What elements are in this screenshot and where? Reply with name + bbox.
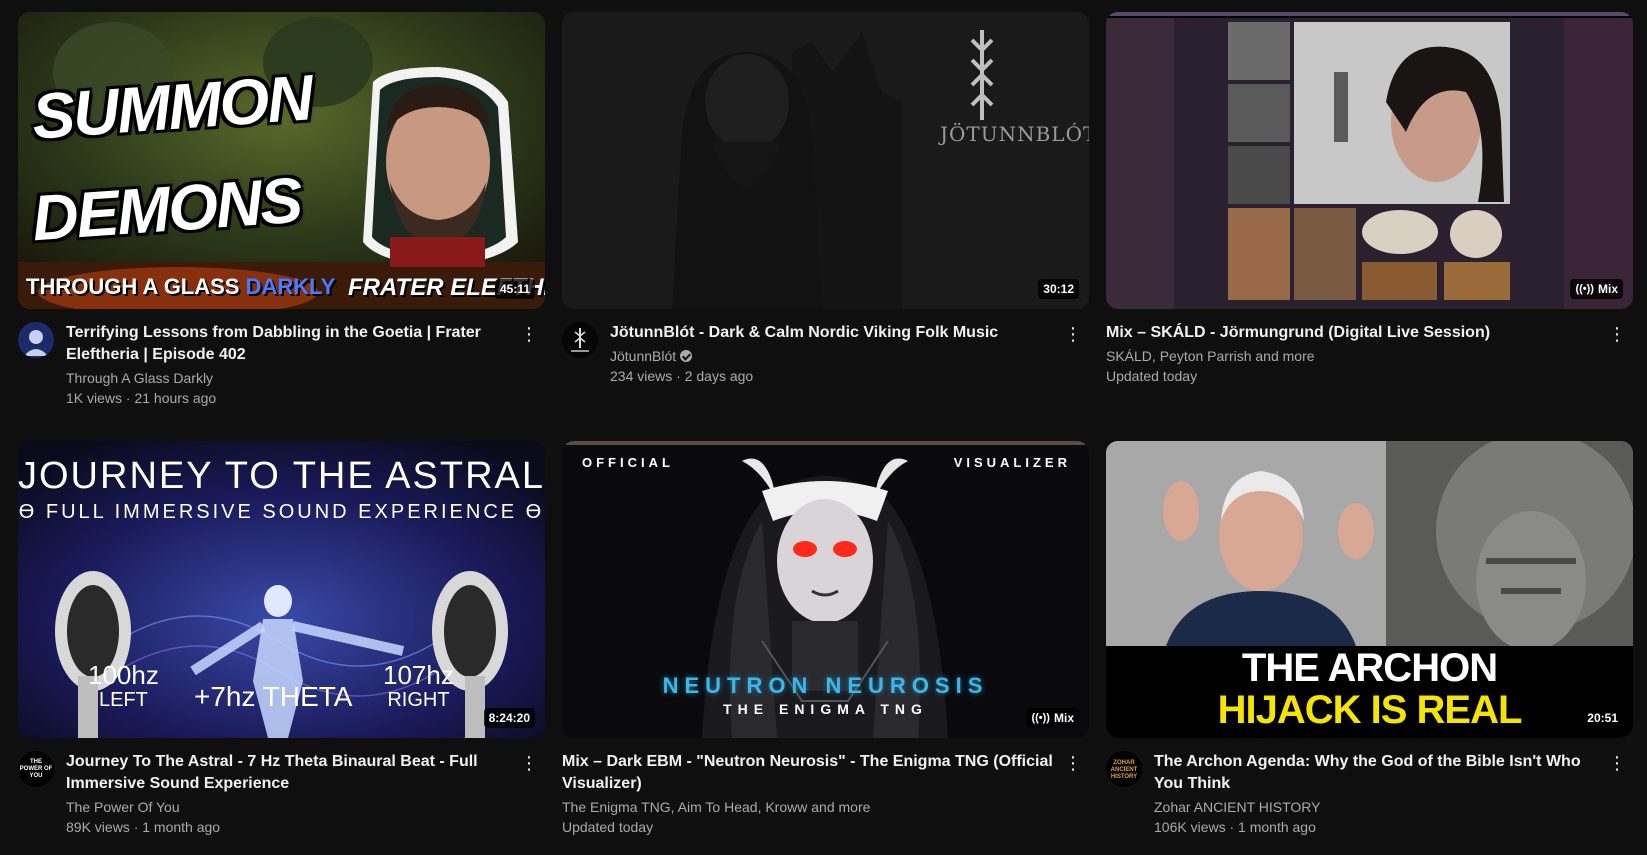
video-stats: 106K views · 1 month ago — [1154, 819, 1316, 835]
thumb-visualizer-label: VISUALIZER — [953, 455, 1071, 470]
video-text: JötunnBlót - Dark & Calm Nordic Viking F… — [610, 322, 1091, 386]
channel-name[interactable]: The Power Of You — [66, 797, 513, 817]
video-stats: Updated today — [1106, 368, 1198, 384]
video-card[interactable]: SUMMON DEMONS THROUGH A GLASS DARKLY FRA… — [18, 12, 547, 426]
video-thumbnail[interactable]: THE ARCHON HIJACK IS REAL 20:51 — [1106, 441, 1633, 738]
channel-avatar[interactable]: THE POWER OF YOU — [18, 751, 54, 787]
duration-badge: 30:12 — [1038, 279, 1079, 299]
channel-logo-text: JÖTUNNBLÓT — [940, 122, 1089, 146]
channel-name[interactable]: SKÁLD, Peyton Parrish and more — [1106, 346, 1601, 366]
thumb-song-title: NEUTRON NEUROSIS — [662, 673, 989, 698]
video-thumbnail[interactable]: JOURNEY TO THE ASTRAL ϴ FULL IMMERSIVE S… — [18, 441, 545, 738]
thumb-title-1: THE ARCHON — [1241, 646, 1498, 690]
video-details: THE POWER OF YOU Journey To The Astral -… — [18, 751, 547, 837]
video-card[interactable]: OFFICIAL VISUALIZER NEUTRON NEUROSIS THE… — [562, 441, 1091, 855]
more-options-icon[interactable]: ⋮ — [1605, 751, 1629, 775]
video-details: Mix – Dark EBM - "Neutron Neurosis" - Th… — [562, 751, 1091, 837]
video-stats: 234 views · 2 days ago — [610, 368, 754, 384]
video-card[interactable]: THE ARCHON HIJACK IS REAL 20:51 ZOHAR AN… — [1106, 441, 1635, 855]
video-details: Terrifying Lessons from Dabbling in the … — [18, 322, 547, 408]
more-options-icon[interactable]: ⋮ — [1605, 322, 1629, 346]
broadcast-icon: ((•)) — [1575, 283, 1594, 295]
avatar-text: ZOHAR ANCIENT HISTORY — [1110, 760, 1138, 780]
channel-name-row[interactable]: JötunnBlót — [610, 346, 1057, 366]
more-options-icon[interactable]: ⋮ — [517, 751, 541, 775]
channel-avatar[interactable]: ZOHAR ANCIENT HISTORY — [1106, 751, 1142, 787]
channel-name[interactable]: The Enigma TNG, Aim To Head, Kroww and m… — [562, 797, 1057, 817]
video-thumbnail[interactable]: OFFICIAL VISUALIZER NEUTRON NEUROSIS THE… — [562, 441, 1089, 738]
video-title[interactable]: The Archon Agenda: Why the God of the Bi… — [1154, 751, 1601, 795]
video-title[interactable]: Terrifying Lessons from Dabbling in the … — [66, 322, 513, 366]
video-stats: Updated today — [562, 819, 654, 835]
thumbnail-image — [562, 12, 1089, 309]
thumbnail-image — [18, 12, 545, 309]
duration-badge: 20:51 — [1582, 708, 1623, 728]
video-title[interactable]: Journey To The Astral - 7 Hz Theta Binau… — [66, 751, 513, 795]
video-details: Mix – SKÁLD - Jörmungrund (Digital Live … — [1106, 322, 1635, 386]
avatar-text: THE POWER OF YOU — [19, 759, 53, 779]
thumb-heading: JOURNEY TO THE ASTRAL — [18, 455, 545, 497]
video-details: ZOHAR ANCIENT HISTORY The Archon Agenda:… — [1106, 751, 1635, 837]
duration-badge: 45:11 — [494, 279, 535, 299]
thumb-center-freq: +7hz THETA — [194, 681, 353, 712]
video-title[interactable]: Mix – SKÁLD - Jörmungrund (Digital Live … — [1106, 322, 1601, 344]
avatar-image — [562, 322, 598, 358]
video-text: Mix – SKÁLD - Jörmungrund (Digital Live … — [1106, 322, 1635, 386]
thumb-left-freq: 100hz LEFT — [88, 660, 159, 711]
thumb-banner-left: THROUGH A GLASS DARKLY — [26, 274, 336, 299]
avatar-image — [18, 322, 54, 358]
video-details: JötunnBlót - Dark & Calm Nordic Viking F… — [562, 322, 1091, 386]
channel-name[interactable]: JötunnBlót — [610, 348, 676, 364]
more-options-icon[interactable]: ⋮ — [1061, 751, 1085, 775]
channel-avatar[interactable] — [18, 322, 54, 358]
channel-logo-icon — [962, 30, 1002, 120]
mix-badge: ((•)) Mix — [1026, 708, 1079, 728]
duration-badge: 8:24:20 — [483, 708, 535, 728]
video-thumbnail[interactable]: ((•)) Mix — [1106, 12, 1633, 309]
thumb-title-2: HIJACK IS REAL — [1217, 688, 1523, 732]
video-title[interactable]: Mix – Dark EBM - "Neutron Neurosis" - Th… — [562, 751, 1057, 795]
channel-avatar[interactable] — [562, 322, 598, 358]
thumb-subheading: ϴ FULL IMMERSIVE SOUND EXPERIENCE ϴ — [18, 501, 545, 523]
broadcast-icon: ((•)) — [1031, 712, 1050, 724]
thumb-artist: THE ENIGMA TNG — [723, 701, 928, 717]
video-text: Mix – Dark EBM - "Neutron Neurosis" - Th… — [562, 751, 1091, 837]
video-text: The Archon Agenda: Why the God of the Bi… — [1154, 751, 1635, 837]
thumb-official-label: OFFICIAL — [582, 455, 674, 470]
video-text: Journey To The Astral - 7 Hz Theta Binau… — [66, 751, 547, 837]
video-card[interactable]: ((•)) Mix Mix – SKÁLD - Jörmungrund (Dig… — [1106, 12, 1635, 426]
video-card[interactable]: JOURNEY TO THE ASTRAL ϴ FULL IMMERSIVE S… — [18, 441, 547, 855]
channel-name[interactable]: Zohar ANCIENT HISTORY — [1154, 797, 1601, 817]
mix-badge: ((•)) Mix — [1570, 279, 1623, 299]
video-text: Terrifying Lessons from Dabbling in the … — [66, 322, 547, 408]
video-stats: 89K views · 1 month ago — [66, 819, 221, 835]
video-grid: SUMMON DEMONS THROUGH A GLASS DARKLY FRA… — [18, 12, 1635, 855]
verified-icon — [680, 350, 693, 362]
channel-name[interactable]: Through A Glass Darkly — [66, 368, 513, 388]
video-card[interactable]: JÖTUNNBLÓT 30:12 JötunnBlót - Dark & Cal… — [562, 12, 1091, 426]
thumbnail-image — [1106, 12, 1633, 309]
video-title[interactable]: JötunnBlót - Dark & Calm Nordic Viking F… — [610, 322, 1057, 344]
thumb-right-freq: 107hz RIGHT — [383, 660, 454, 711]
video-thumbnail[interactable]: JÖTUNNBLÓT 30:12 — [562, 12, 1089, 309]
more-options-icon[interactable]: ⋮ — [1061, 322, 1085, 346]
video-thumbnail[interactable]: SUMMON DEMONS THROUGH A GLASS DARKLY FRA… — [18, 12, 545, 309]
more-options-icon[interactable]: ⋮ — [517, 322, 541, 346]
video-stats: 1K views · 21 hours ago — [66, 390, 217, 406]
